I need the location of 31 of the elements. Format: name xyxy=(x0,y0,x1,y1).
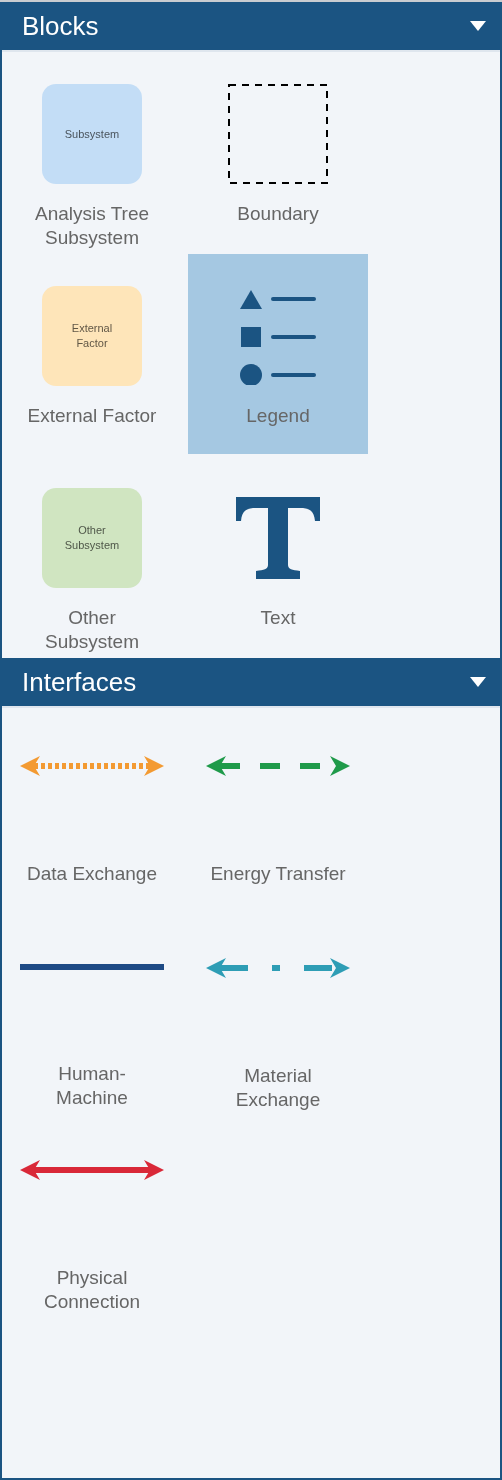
interface-tile[interactable]: Energy Transfer xyxy=(188,708,368,908)
tile-label: Analysis Tree Subsystem xyxy=(34,202,149,250)
caret-icon xyxy=(470,21,486,31)
tile-label: Data Exchange xyxy=(27,862,157,886)
panel-header[interactable]: Interfaces xyxy=(2,658,500,706)
block-tile[interactable]: Text xyxy=(188,456,368,656)
tile-label: Physical Connection xyxy=(43,1266,141,1314)
block-icon-label: Other Subsystem xyxy=(64,523,120,553)
block-icon-label: Subsystem xyxy=(64,126,120,142)
tile-label: Human- Machine xyxy=(56,1062,128,1110)
panel-header[interactable]: Blocks xyxy=(2,2,500,50)
caret-icon xyxy=(470,677,486,687)
block-tile[interactable]: External Factor External Factor xyxy=(2,254,182,454)
block-tile[interactable]: Other Subsystem Other Subsystem xyxy=(2,456,182,656)
interface-tile[interactable]: Material Exchange xyxy=(188,910,368,1110)
tile-label: Legend xyxy=(246,404,310,428)
block-tile[interactable]: Subsystem Analysis Tree Subsystem xyxy=(2,52,182,252)
interface-tile[interactable]: Human- Machine xyxy=(2,910,182,1110)
tile-label: Boundary xyxy=(237,202,319,226)
block-tile[interactable]: Legend xyxy=(188,254,368,454)
letter-t-icon xyxy=(236,497,320,579)
tile-label: External Factor xyxy=(27,404,157,428)
block-tile[interactable]: Boundary xyxy=(188,52,368,252)
tile-label: Material Exchange xyxy=(235,1064,321,1112)
tile-label: Energy Transfer xyxy=(210,862,346,886)
tile-label: Other Subsystem xyxy=(45,606,139,654)
tile-label: Text xyxy=(260,606,296,630)
interface-tile[interactable]: Data Exchange xyxy=(2,708,182,908)
block-icon-label: External Factor xyxy=(71,321,113,351)
dashed-square-icon xyxy=(228,84,328,184)
interface-tile[interactable]: Physical Connection xyxy=(2,1112,182,1312)
